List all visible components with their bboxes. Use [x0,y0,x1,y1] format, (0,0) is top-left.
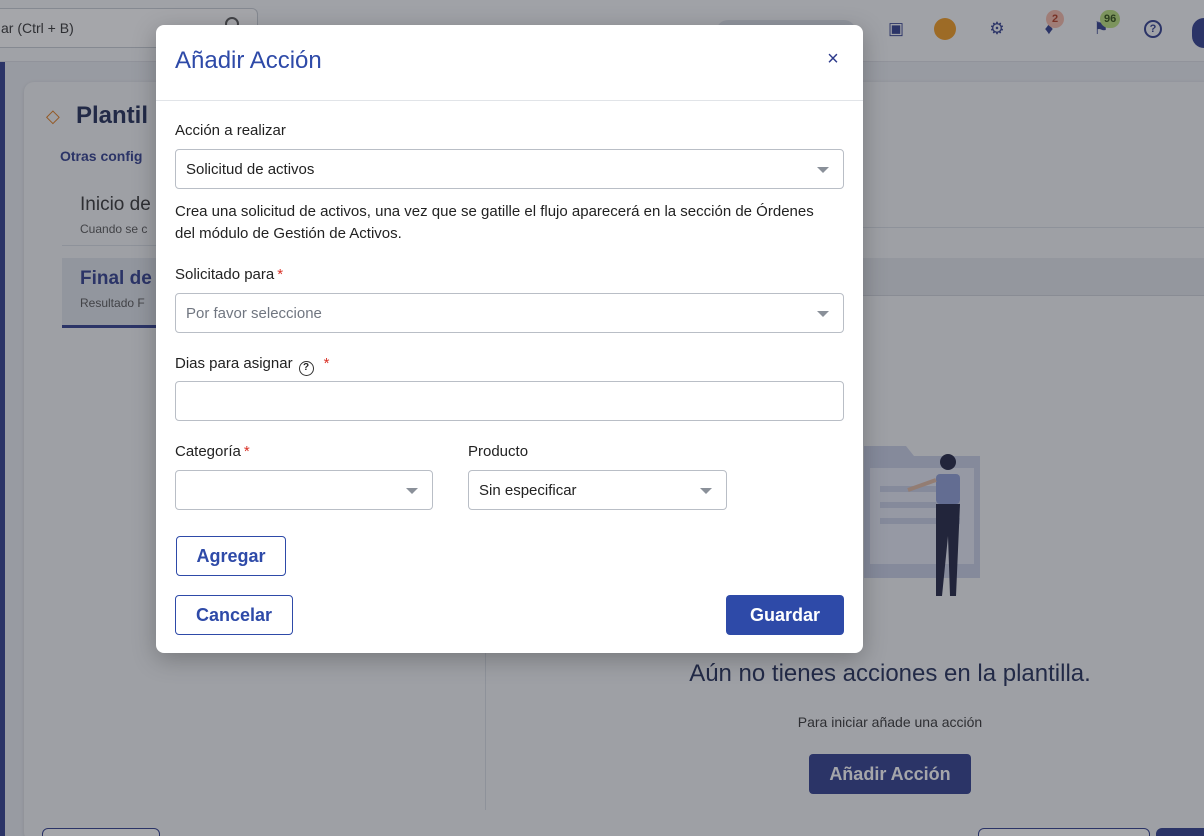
requested-for-select[interactable]: Por favor seleccione [175,293,844,333]
category-label-wrap: Categoría * [175,443,250,460]
product-select[interactable]: Sin especificar [468,470,727,510]
chevron-down-icon [700,488,712,494]
cancel-button[interactable]: Cancelar [175,595,293,635]
days-label-wrap: Dias para asignar? * [175,355,329,376]
dialog-title: Añadir Acción [175,47,322,74]
dialog-header: Añadir Acción × [156,25,863,101]
requested-for-label: Solicitado para [175,266,275,283]
action-select-value: Solicitud de activos [186,161,315,178]
add-action-dialog: Añadir Acción × Acción a realizar Solici… [156,25,863,653]
close-icon[interactable]: × [825,49,841,69]
requested-for-placeholder: Por favor seleccione [186,305,322,322]
action-description: Crea una solicitud de activos, una vez q… [175,203,814,242]
chevron-down-icon [406,488,418,494]
question-circle-icon[interactable]: ? [298,361,314,376]
requested-for-label-wrap: Solicitado para * [175,266,283,283]
required-mark: * [277,266,284,283]
days-label: Dias para asignar [175,355,293,372]
required-mark: * [323,355,330,372]
days-input[interactable] [175,381,844,421]
add-button[interactable]: Agregar [176,536,286,576]
save-button[interactable]: Guardar [726,595,844,635]
chevron-down-icon [817,311,829,317]
action-select[interactable]: Solicitud de activos [175,149,844,189]
category-label: Categoría [175,443,241,460]
action-label: Acción a realizar [175,122,286,139]
required-mark: * [243,443,250,460]
product-label: Producto [468,443,529,460]
product-select-value: Sin especificar [479,482,577,499]
chevron-down-icon [817,167,829,173]
category-select[interactable] [175,470,433,510]
